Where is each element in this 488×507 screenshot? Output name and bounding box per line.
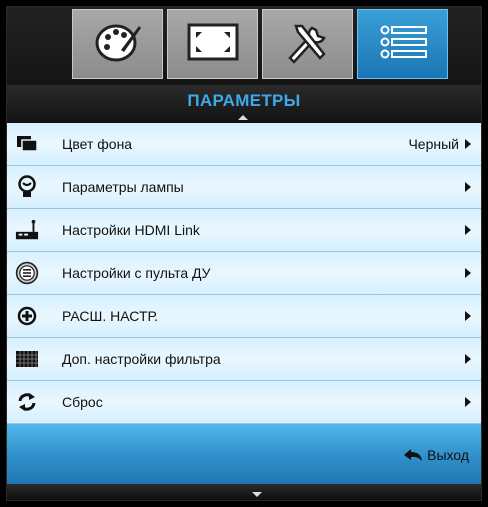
menu-item-reset[interactable]: Сброс <box>7 381 481 424</box>
tools-icon <box>282 20 334 69</box>
advanced-plus-icon <box>15 304 39 328</box>
exit-button[interactable]: Выход <box>403 447 469 463</box>
tab-options[interactable] <box>357 9 448 79</box>
chevron-right-icon <box>465 182 471 192</box>
filter-icon <box>15 347 39 371</box>
menu-item-label: Цвет фона <box>62 136 133 152</box>
background-color-icon <box>15 132 39 156</box>
menu-item-filter-settings[interactable]: Доп. настройки фильтра <box>7 338 481 381</box>
chevron-right-icon <box>465 397 471 407</box>
menu-header: ПАРАМЕТРЫ <box>7 85 481 123</box>
scroll-down-icon[interactable] <box>252 492 262 497</box>
menu-item-background-color[interactable]: Цвет фона Черный <box>7 123 481 166</box>
chevron-right-icon <box>465 311 471 321</box>
menu-item-hdmi-link[interactable]: Настройки HDMI Link <box>7 209 481 252</box>
lamp-icon <box>15 175 39 199</box>
screen-resize-icon <box>186 22 240 67</box>
menu-item-value: Черный <box>408 136 459 152</box>
remote-control-icon <box>15 261 39 285</box>
tab-image[interactable] <box>167 9 258 79</box>
scroll-up-icon[interactable] <box>238 115 248 120</box>
menu-item-label: Настройки HDMI Link <box>62 222 200 238</box>
menu-item-label: Сброс <box>62 394 103 410</box>
menu-item-label: Параметры лампы <box>62 179 184 195</box>
menu-item-remote-settings[interactable]: Настройки с пульта ДУ <box>7 252 481 295</box>
tab-settings[interactable] <box>262 9 353 79</box>
menu-list: Цвет фона Черный Параметры лампы Настрой… <box>7 123 481 424</box>
tab-display[interactable] <box>72 9 163 79</box>
exit-label: Выход <box>427 447 469 463</box>
menu-item-lamp-settings[interactable]: Параметры лампы <box>7 166 481 209</box>
menu-title: ПАРАМЕТРЫ <box>187 91 301 110</box>
bottom-bar <box>7 484 481 500</box>
menu-item-label: Доп. настройки фильтра <box>62 351 221 367</box>
chevron-right-icon <box>465 354 471 364</box>
chevron-right-icon <box>465 225 471 235</box>
reset-icon <box>15 390 39 414</box>
back-arrow-icon <box>403 448 423 462</box>
palette-icon <box>93 20 143 69</box>
hdmi-link-icon <box>15 218 39 242</box>
tab-bar <box>7 7 481 85</box>
chevron-right-icon <box>465 268 471 278</box>
osd-menu: ПАРАМЕТРЫ Цвет фона Черный Параметры лам… <box>6 6 482 501</box>
menu-item-label: РАСШ. НАСТР. <box>62 308 159 324</box>
menu-item-label: Настройки с пульта ДУ <box>62 265 211 281</box>
menu-item-advanced[interactable]: РАСШ. НАСТР. <box>7 295 481 338</box>
menu-footer: Выход <box>7 424 481 484</box>
chevron-right-icon <box>465 139 471 149</box>
options-list-icon <box>376 20 430 69</box>
